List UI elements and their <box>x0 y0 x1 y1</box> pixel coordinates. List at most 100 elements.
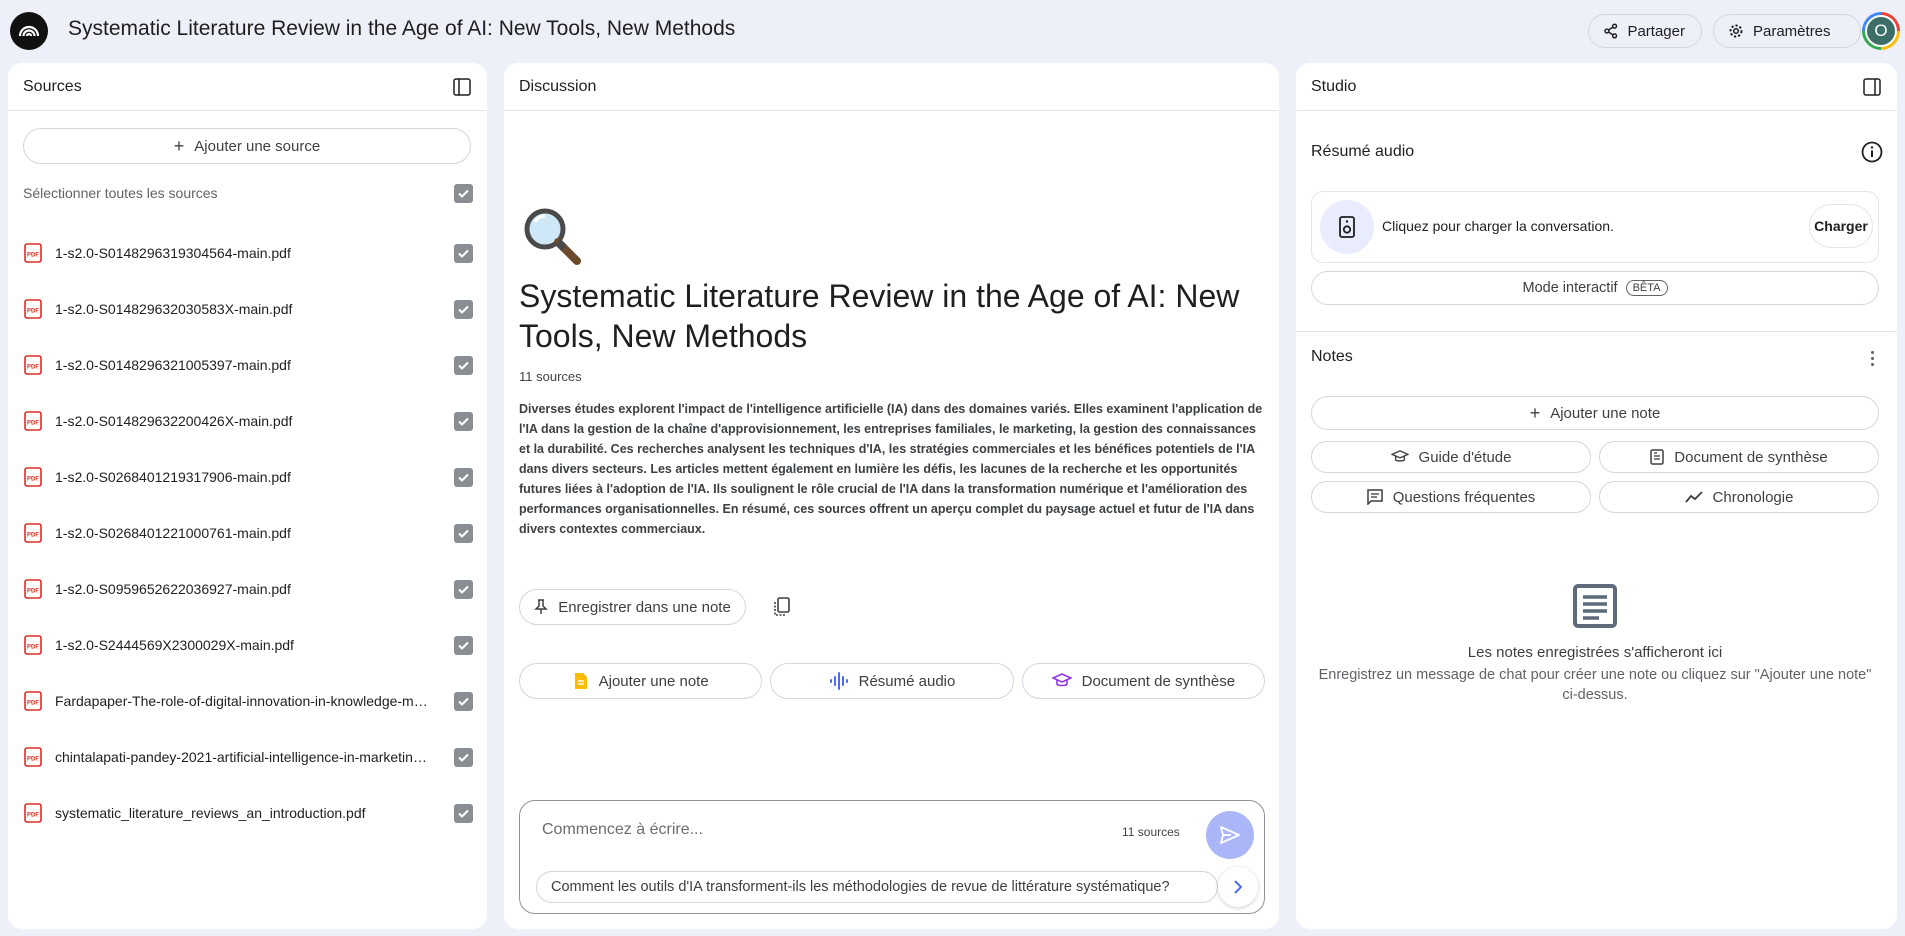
graduation-cap-icon <box>1051 673 1072 687</box>
source-item[interactable]: PDF Fardapaper-The-role-of-digital-innov… <box>23 673 473 729</box>
notes-menu-icon[interactable] <box>1866 348 1878 368</box>
source-checkbox[interactable] <box>454 523 473 543</box>
suggested-question[interactable]: Comment les outils d'IA transforment-ils… <box>536 871 1218 903</box>
beta-badge: BÊTA <box>1625 280 1668 296</box>
speaker-icon <box>1320 200 1374 254</box>
svg-text:PDF: PDF <box>27 589 39 595</box>
pdf-icon: PDF <box>23 803 43 823</box>
add-note-chip[interactable]: Ajouter une note <box>519 663 763 699</box>
source-checkbox[interactable] <box>454 467 473 487</box>
source-item[interactable]: PDF 1-s2.0-S0959652622036927-main.pdf <box>23 561 473 617</box>
svg-text:PDF: PDF <box>27 701 39 707</box>
source-name: 1-s2.0-S0268401219317906-main.pdf <box>55 469 291 485</box>
pdf-icon: PDF <box>23 747 43 767</box>
source-name: Fardapaper-The-role-of-digital-innovatio… <box>55 693 442 709</box>
faq-button[interactable]: Questions fréquentes <box>1311 481 1591 513</box>
pdf-icon: PDF <box>23 579 43 599</box>
copy-icon[interactable] <box>771 596 793 618</box>
collapse-sources-icon[interactable] <box>452 77 472 97</box>
studio-title: Studio <box>1311 77 1357 95</box>
add-source-button[interactable]: + Ajouter une source <box>23 128 471 164</box>
source-count: 11 sources <box>519 369 582 384</box>
send-icon <box>1220 826 1240 844</box>
source-checkbox[interactable] <box>454 579 473 599</box>
svg-text:PDF: PDF <box>27 813 39 819</box>
source-checkbox[interactable] <box>454 635 473 655</box>
audio-overview-title: Résumé audio <box>1311 143 1415 160</box>
app-logo-icon[interactable] <box>10 12 48 50</box>
plus-icon: + <box>1529 403 1541 423</box>
pdf-icon: PDF <box>23 355 43 375</box>
timeline-button[interactable]: Chronologie <box>1599 481 1879 513</box>
studio-header: Studio <box>1296 63 1897 111</box>
plus-icon: + <box>173 136 185 156</box>
studio-panel: Studio Résumé audio Cliquez pour charger… <box>1296 63 1897 929</box>
briefing-doc-label: Document de synthèse <box>1674 448 1828 466</box>
save-to-note-button[interactable]: Enregistrer dans une note <box>519 589 746 625</box>
svg-text:PDF: PDF <box>27 757 39 763</box>
source-checkbox[interactable] <box>454 747 473 767</box>
svg-text:PDF: PDF <box>27 309 39 315</box>
avatar[interactable]: O <box>1862 12 1900 50</box>
briefing-doc-button[interactable]: Document de synthèse <box>1599 441 1879 473</box>
composer-source-count: 11 sources <box>1122 825 1180 839</box>
notebook-title[interactable]: Systematic Literature Review in the Age … <box>68 17 735 41</box>
interactive-mode-button[interactable]: Mode interactif BÊTA <box>1311 271 1879 305</box>
source-item[interactable]: PDF chintalapati-pandey-2021-artificial-… <box>23 729 473 785</box>
audio-overview-card: Cliquez pour charger la conversation. Ch… <box>1311 191 1879 263</box>
svg-text:PDF: PDF <box>27 645 39 651</box>
pdf-icon: PDF <box>23 411 43 431</box>
source-name: chintalapati-pandey-2021-artificial-inte… <box>55 749 442 765</box>
note-icon <box>574 673 587 689</box>
add-note-button[interactable]: + Ajouter une note <box>1311 396 1879 430</box>
source-item[interactable]: PDF 1-s2.0-S0148296319304564-main.pdf <box>23 225 473 281</box>
source-item[interactable]: PDF 1-s2.0-S014829632200426X-main.pdf <box>23 393 473 449</box>
source-item[interactable]: PDF 1-s2.0-S0148296321005397-main.pdf <box>23 337 473 393</box>
source-item[interactable]: PDF 1-s2.0-S0268401221000761-main.pdf <box>23 505 473 561</box>
select-all-checkbox[interactable] <box>454 183 473 203</box>
source-item[interactable]: PDF 1-s2.0-S2444569X2300029X-main.pdf <box>23 617 473 673</box>
chat-input[interactable] <box>542 821 1082 839</box>
next-suggestion-button[interactable] <box>1218 867 1258 907</box>
svg-text:PDF: PDF <box>27 533 39 539</box>
send-button[interactable] <box>1206 811 1254 859</box>
info-icon[interactable] <box>1861 141 1883 163</box>
source-checkbox[interactable] <box>454 299 473 319</box>
pdf-icon: PDF <box>23 299 43 319</box>
top-bar: Systematic Literature Review in the Age … <box>0 0 1905 62</box>
source-checkbox[interactable] <box>454 243 473 263</box>
chat-title: Discussion <box>519 77 597 95</box>
pdf-icon: PDF <box>23 635 43 655</box>
audio-summary-chip-label: Résumé audio <box>858 672 956 690</box>
select-all-label: Sélectionner toutes les sources <box>23 185 218 201</box>
settings-label: Paramètres <box>1753 22 1831 40</box>
faq-icon <box>1366 489 1383 505</box>
audio-summary-chip[interactable]: Résumé audio <box>770 663 1014 699</box>
audio-wave-icon <box>829 672 848 690</box>
timeline-icon <box>1684 491 1703 503</box>
sources-header: Sources <box>8 63 487 111</box>
source-checkbox[interactable] <box>454 355 473 375</box>
source-item[interactable]: PDF 1-s2.0-S0268401219317906-main.pdf <box>23 449 473 505</box>
source-name: 1-s2.0-S0148296321005397-main.pdf <box>55 357 291 373</box>
collapse-studio-icon[interactable] <box>1862 77 1882 97</box>
settings-button[interactable]: Paramètres <box>1713 14 1861 48</box>
svg-text:PDF: PDF <box>27 477 39 483</box>
graduation-cap-icon <box>1390 450 1409 462</box>
source-checkbox[interactable] <box>454 691 473 711</box>
sources-panel: Sources + Ajouter une source Sélectionne… <box>8 63 487 929</box>
source-item[interactable]: PDF systematic_literature_reviews_an_int… <box>23 785 473 841</box>
load-audio-button[interactable]: Charger <box>1809 204 1873 248</box>
timeline-label: Chronologie <box>1712 488 1794 506</box>
source-name: 1-s2.0-S0268401221000761-main.pdf <box>55 525 291 541</box>
audio-load-prompt: Cliquez pour charger la conversation. <box>1382 218 1614 234</box>
studio-divider <box>1296 331 1897 332</box>
share-button[interactable]: Partager <box>1588 14 1702 48</box>
study-guide-button[interactable]: Guide d'étude <box>1311 441 1591 473</box>
briefing-doc-chip[interactable]: Document de synthèse <box>1021 663 1265 699</box>
sources-title: Sources <box>23 77 82 95</box>
chat-header: Discussion <box>504 63 1279 111</box>
source-item[interactable]: PDF 1-s2.0-S014829632030583X-main.pdf <box>23 281 473 337</box>
source-checkbox[interactable] <box>454 803 473 823</box>
source-checkbox[interactable] <box>454 411 473 431</box>
